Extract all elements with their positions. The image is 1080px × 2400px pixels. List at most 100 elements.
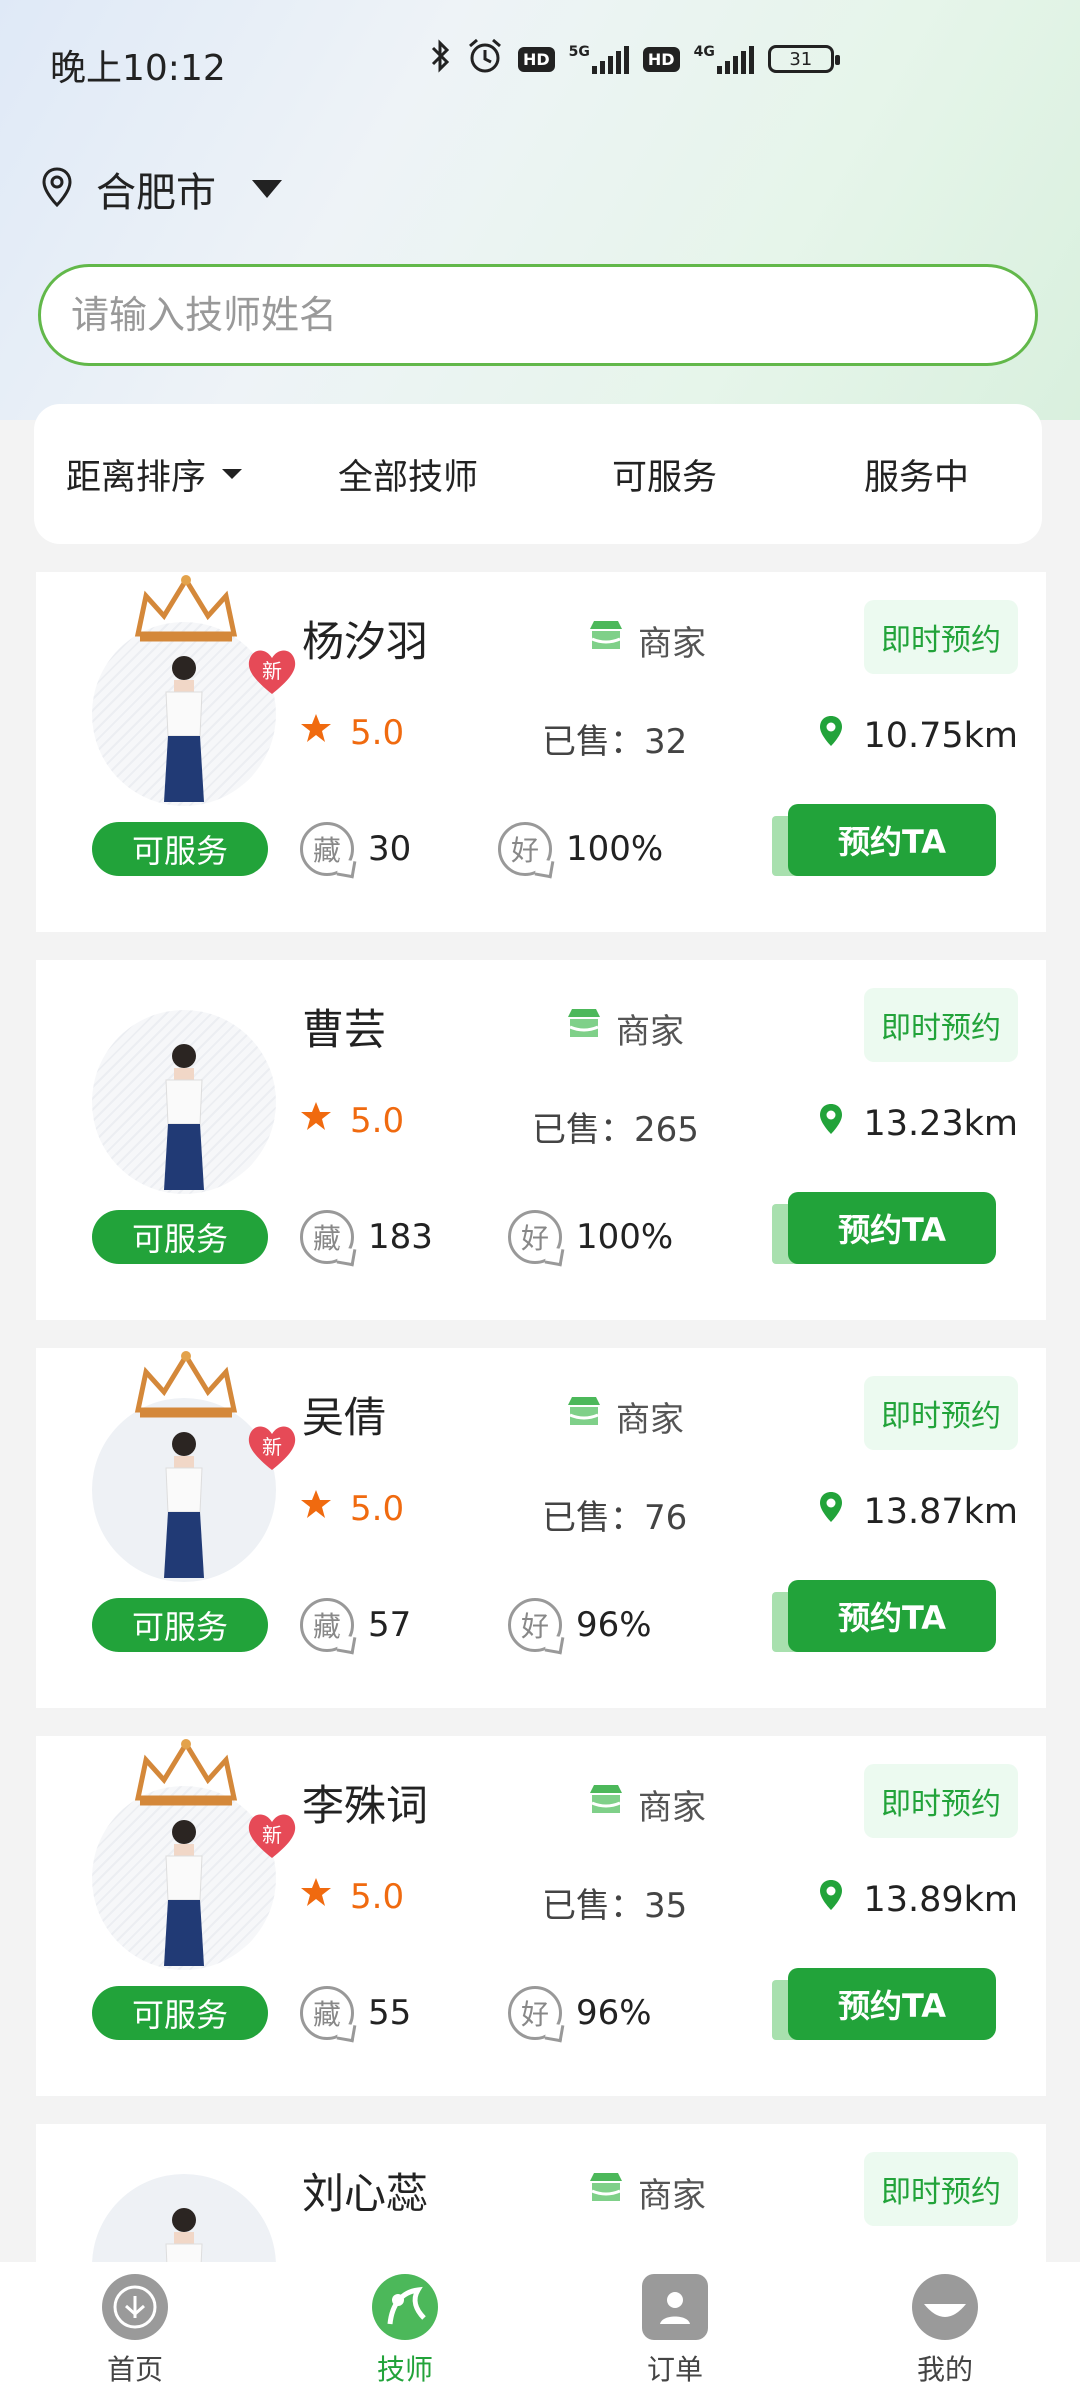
location-pin-icon — [40, 166, 74, 212]
good-rate: 好 100% — [498, 822, 663, 876]
merchant-tag: 商家 — [566, 1004, 684, 1053]
sold-value: 32 — [644, 722, 688, 762]
filter-all-technicians[interactable]: 全部技师 — [338, 449, 478, 500]
favorites-value: 55 — [368, 1993, 412, 2033]
instant-booking-button[interactable]: 即时预约 — [864, 600, 1018, 674]
good-review-icon: 好 — [508, 1210, 562, 1264]
filter-label: 可服务 — [612, 457, 718, 498]
technician-card[interactable]: 刘心蕊 商家 即时预约 — [36, 2124, 1046, 2262]
favorite-icon: 藏 — [300, 1986, 354, 2040]
tab-order[interactable]: 订单 — [575, 2274, 775, 2388]
good-rate: 好 100% — [508, 1210, 673, 1264]
good-review-icon: 好 — [498, 822, 552, 876]
sold-value: 265 — [634, 1110, 699, 1150]
avatar — [92, 2174, 276, 2262]
rating-value: 5.0 — [350, 712, 405, 753]
distance: 13.89km — [817, 1878, 1018, 1921]
technician-card[interactable]: 可服务 曹芸 商家 即时预约 5.0 已售：265 13.23km 藏 183 … — [36, 960, 1046, 1320]
technician-card[interactable]: 新 可服务 吴倩 商家 即时预约 5.0 已售：76 13.87km 藏 57 … — [36, 1348, 1046, 1708]
caret-down-icon — [222, 469, 243, 479]
tab-home[interactable]: 首页 — [35, 2274, 235, 2388]
bottom-tab-bar: 首页 技师 订单 我的 — [0, 2262, 1080, 2400]
merchant-tag: 商家 — [588, 616, 706, 665]
favorites-value: 183 — [368, 1217, 433, 1257]
sold-count: 已售：32 — [542, 714, 687, 763]
technician-name: 吴倩 — [302, 1393, 387, 1442]
filter-sort-distance[interactable]: 距离排序 — [66, 449, 243, 500]
good-review-icon: 好 — [508, 1986, 562, 2040]
rating: 5.0 — [300, 1876, 404, 1917]
technician-photo — [164, 656, 204, 802]
star-icon — [300, 1488, 332, 1529]
book-button[interactable]: 预约TA — [788, 1580, 996, 1652]
filter-label: 全部技师 — [338, 457, 479, 498]
good-rate-value: 96% — [576, 1605, 652, 1645]
sold-label: 已售： — [542, 722, 644, 762]
status-time: 晚上10:12 — [50, 48, 226, 89]
distance: 13.23km — [817, 1102, 1018, 1145]
instant-booking-button[interactable]: 即时预约 — [864, 1376, 1018, 1450]
instant-booking-button[interactable]: 即时预约 — [864, 2152, 1018, 2226]
new-badge-icon: 新 — [244, 1806, 300, 1862]
book-button[interactable]: 预约TA — [788, 804, 996, 876]
technician-photo — [164, 1432, 204, 1578]
sold-count: 已售：265 — [532, 1102, 699, 1151]
location-selector[interactable]: 合肥市 — [40, 160, 282, 218]
signal-4g-icon: 4G — [694, 44, 754, 74]
distance: 13.87km — [817, 1490, 1018, 1533]
technician-photo — [164, 1820, 204, 1966]
technician-name: 李殊词 — [302, 1781, 429, 1830]
rating-value: 5.0 — [350, 1100, 405, 1141]
tab-profile[interactable]: 我的 — [845, 2274, 1045, 2388]
book-button[interactable]: 预约TA — [788, 1968, 996, 2040]
city-name: 合肥市 — [96, 170, 216, 216]
filter-available[interactable]: 可服务 — [612, 449, 717, 500]
technician-card[interactable]: 新 可服务 杨汐羽 商家 即时预约 5.0 已售：32 10.75km 藏 30… — [36, 572, 1046, 932]
good-rate: 好 96% — [508, 1598, 652, 1652]
good-rate-value: 100% — [566, 829, 664, 869]
tab-label: 我的 — [916, 2353, 973, 2386]
order-icon — [642, 2274, 708, 2340]
search-input[interactable] — [71, 293, 971, 337]
merchant-label: 商家 — [638, 2176, 706, 2216]
status-badge: 可服务 — [92, 1210, 268, 1264]
instant-booking-button[interactable]: 即时预约 — [864, 988, 1018, 1062]
new-badge-text: 新 — [262, 1435, 282, 1459]
chevron-down-icon — [252, 180, 282, 198]
crown-icon — [134, 1351, 238, 1418]
tab-technician[interactable]: 技师 — [305, 2274, 505, 2388]
battery-icon: 31 — [767, 45, 840, 73]
technician-name: 杨汐羽 — [302, 617, 429, 666]
technician-icon — [372, 2274, 438, 2340]
technician-list: 新 可服务 杨汐羽 商家 即时预约 5.0 已售：32 10.75km 藏 30… — [36, 572, 1046, 2262]
store-icon — [588, 2171, 624, 2214]
distance-value: 13.87km — [863, 1491, 1018, 1532]
favorites-value: 30 — [368, 829, 412, 869]
sold-label: 已售： — [532, 1110, 634, 1150]
filter-in-service[interactable]: 服务中 — [864, 449, 969, 500]
profile-icon — [912, 2274, 978, 2340]
book-button[interactable]: 预约TA — [788, 1192, 996, 1264]
instant-booking-button[interactable]: 即时预约 — [864, 1764, 1018, 1838]
star-icon — [300, 1876, 332, 1917]
star-icon — [300, 1100, 332, 1141]
merchant-tag: 商家 — [566, 1392, 684, 1441]
location-pin-icon — [817, 1490, 845, 1533]
new-badge-icon: 新 — [244, 1418, 300, 1474]
favorite-icon: 藏 — [300, 1210, 354, 1264]
home-icon — [102, 2274, 168, 2340]
technician-card[interactable]: 新 可服务 李殊词 商家 即时预约 5.0 已售：35 13.89km 藏 55… — [36, 1736, 1046, 2096]
tab-label: 首页 — [106, 2353, 163, 2386]
favorite-icon: 藏 — [300, 822, 354, 876]
favorite-icon: 藏 — [300, 1598, 354, 1652]
merchant-label: 商家 — [616, 1400, 684, 1440]
merchant-label: 商家 — [638, 624, 706, 664]
sold-count: 已售：35 — [542, 1878, 687, 1927]
hd-icon: HD — [518, 46, 555, 72]
store-icon — [588, 1783, 624, 1826]
new-badge-text: 新 — [262, 1823, 282, 1847]
hd-icon-2: HD — [642, 46, 680, 72]
favorites-count: 藏 57 — [300, 1598, 411, 1652]
alarm-icon — [466, 38, 504, 80]
status-badge: 可服务 — [92, 822, 268, 876]
